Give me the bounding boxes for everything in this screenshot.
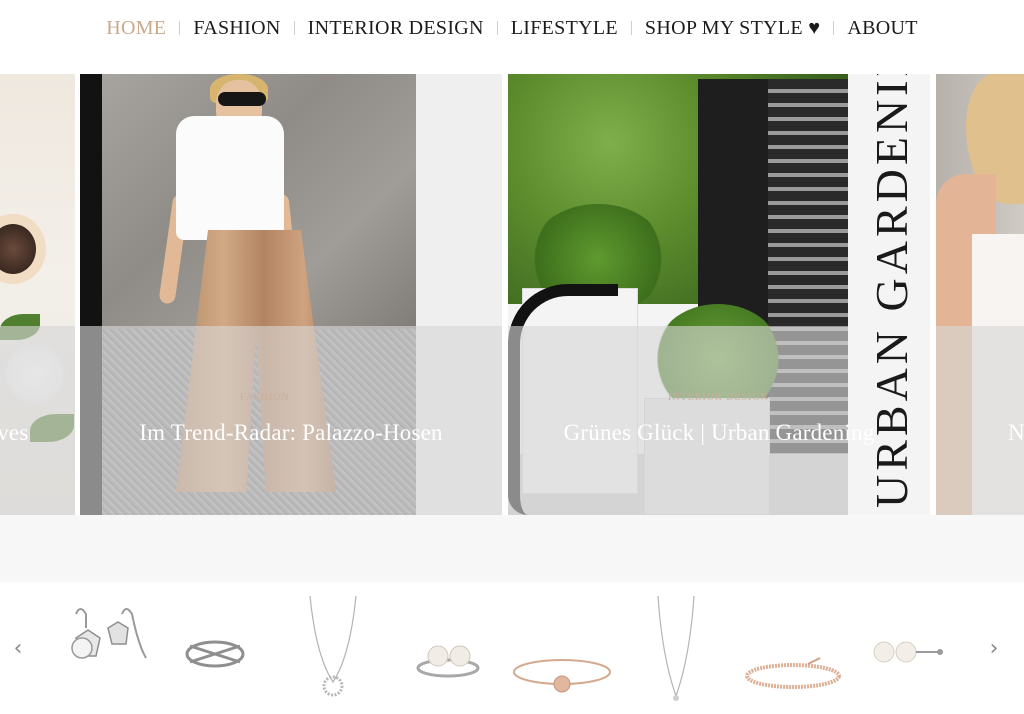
nav-item-home: HOME: [93, 17, 179, 40]
nav-item-about: ABOUT: [834, 17, 930, 40]
featured-slider: Haves FASHION Im Trend-Radar: Palazzo-Ho…: [0, 74, 1024, 515]
sunglasses-image: [0, 214, 46, 284]
slide-caption[interactable]: Im Trend-Radar: Palazzo-Hosen: [80, 420, 502, 450]
product-pearl-stud-earrings[interactable]: [866, 592, 952, 707]
nav-item-interior-design: INTERIOR DESIGN: [295, 17, 497, 40]
nav-item-lifestyle: LIFESTYLE: [498, 17, 631, 40]
slide-caption[interactable]: N: [1008, 420, 1024, 450]
slide-category-label: FASHION: [240, 392, 290, 403]
product-rose-gold-tennis-bracelet[interactable]: [738, 592, 848, 707]
slide-urban-gardening[interactable]: URBAN GARDENING INTERIOR DESIGN Grünes G…: [508, 74, 930, 515]
slide-palazzo-hosen[interactable]: FASHION Im Trend-Radar: Palazzo-Hosen: [80, 74, 502, 515]
shop-product-carousel: ‹ ›: [0, 582, 1024, 714]
slide-next-post[interactable]: N: [936, 74, 1024, 515]
product-silver-drop-necklace[interactable]: [648, 592, 704, 707]
main-navigation: HOME FASHION INTERIOR DESIGN LIFESTYLE S…: [0, 0, 1024, 56]
product-rose-gold-disc-bracelet[interactable]: [508, 592, 616, 707]
slide-caption[interactable]: Grünes Glück | Urban Gardening: [508, 420, 930, 450]
nav-link-shop-my-style[interactable]: SHOP MY STYLE ♥: [632, 17, 833, 40]
product-crystal-drop-earrings[interactable]: [52, 592, 156, 707]
chevron-right-icon[interactable]: ›: [982, 637, 1006, 661]
sunglasses-image: [218, 92, 266, 106]
nav-item-fashion: FASHION: [180, 17, 293, 40]
product-double-pearl-ring[interactable]: [410, 592, 486, 707]
product-circle-pendant-necklace[interactable]: [298, 592, 368, 707]
nav-link-interior-design[interactable]: INTERIOR DESIGN: [295, 17, 497, 40]
white-top-image: [176, 116, 284, 240]
nav-link-fashion[interactable]: FASHION: [180, 17, 293, 40]
chevron-left-icon[interactable]: ‹: [6, 637, 30, 661]
nav-link-home[interactable]: HOME: [93, 17, 179, 40]
slide-category-label: INTERIOR DESIGN: [668, 392, 769, 403]
slide-must-haves[interactable]: Haves: [0, 74, 75, 515]
nav-item-shop-my-style: SHOP MY STYLE ♥: [632, 17, 833, 40]
product-crossover-ring[interactable]: [180, 592, 250, 707]
slide-caption[interactable]: Haves: [0, 420, 28, 450]
section-divider-band: [0, 515, 1024, 582]
nav-link-lifestyle[interactable]: LIFESTYLE: [498, 17, 631, 40]
nav-list: HOME FASHION INTERIOR DESIGN LIFESTYLE S…: [93, 17, 931, 40]
nav-link-about[interactable]: ABOUT: [834, 17, 930, 40]
